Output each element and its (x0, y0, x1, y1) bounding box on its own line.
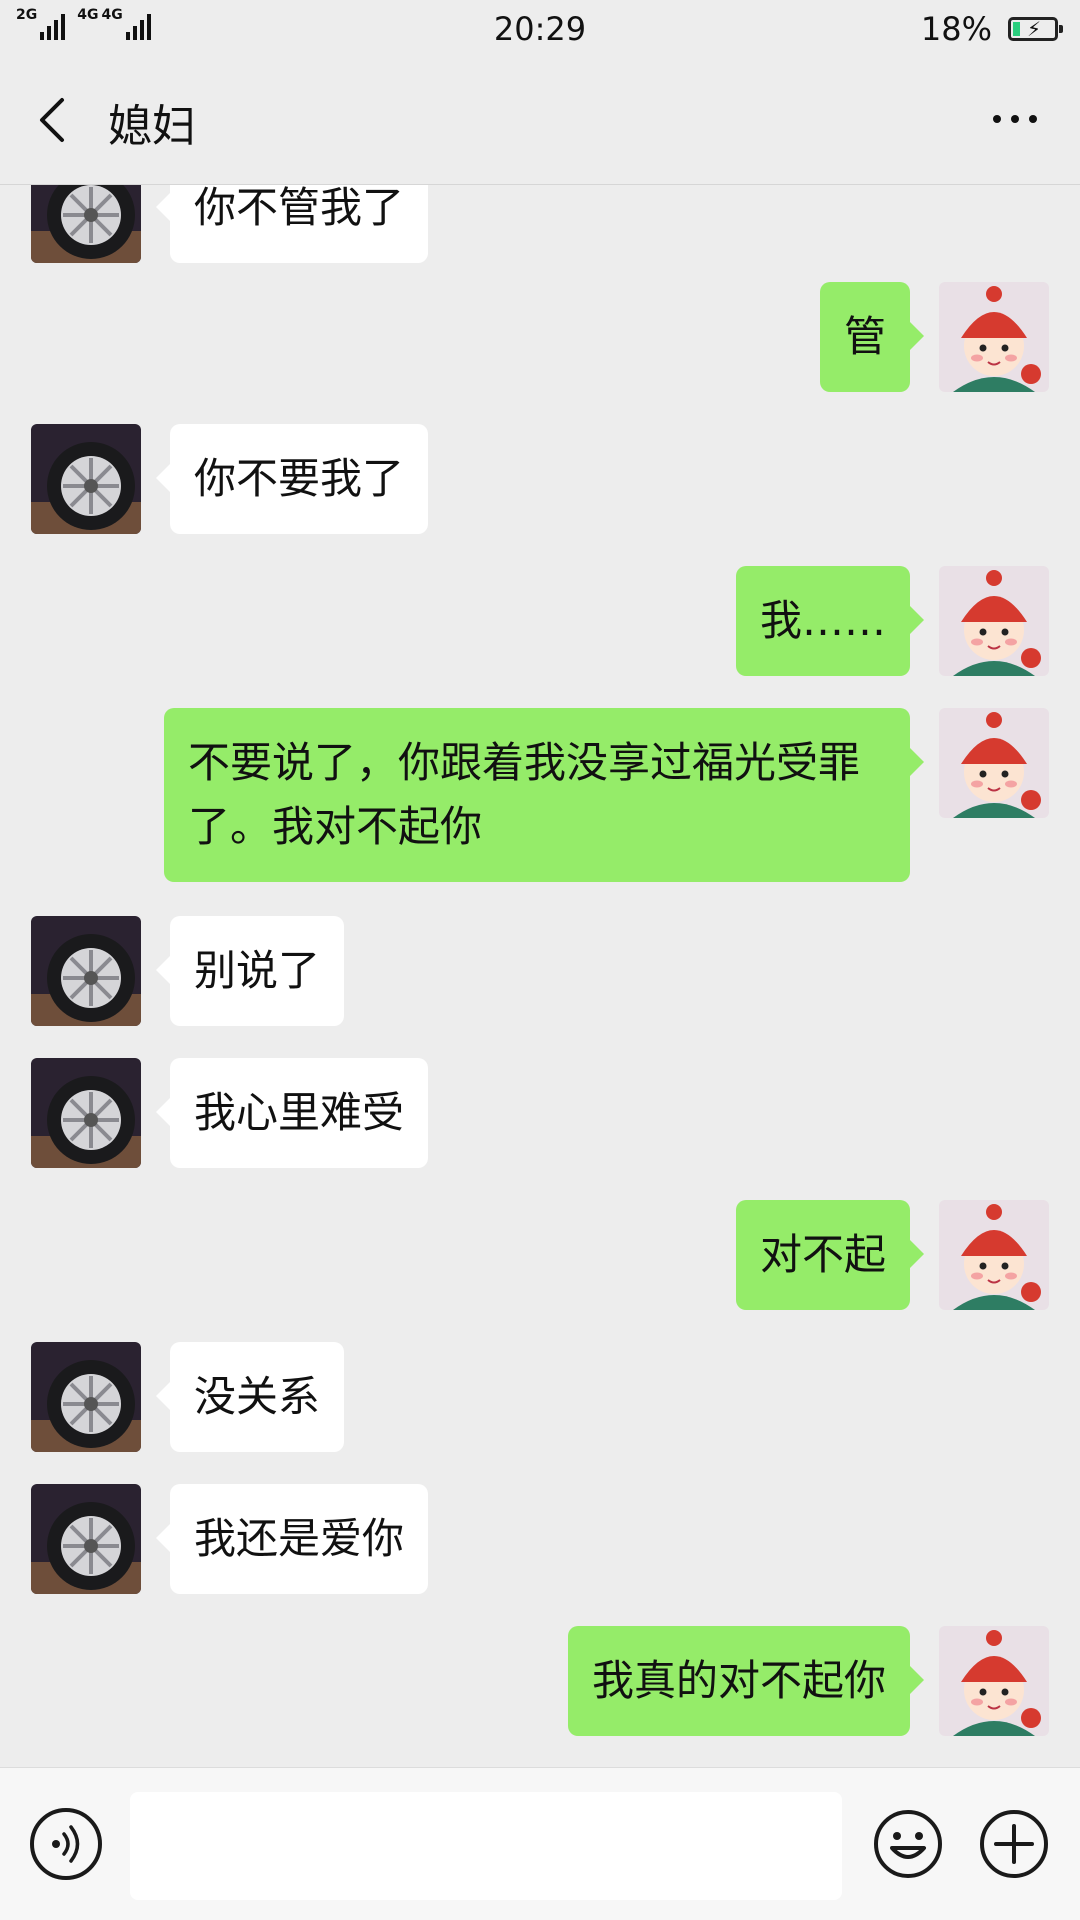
avatar[interactable] (939, 1200, 1049, 1310)
message-bubble[interactable]: 管 (819, 282, 925, 392)
message-bubble[interactable]: 不要说了，你跟着我没享过福光受罪了。我对不起你 (164, 708, 924, 882)
chat-screen: 2G 4G 4G 20:29 18% ⚡ 媳妇 你不管我了 管 你不要我了 我…… (0, 0, 1080, 1920)
battery-percent: 18% (920, 10, 992, 48)
avatar[interactable] (939, 708, 1049, 818)
avatar[interactable] (939, 1626, 1049, 1736)
chat-header: 媳妇 (0, 56, 1080, 185)
avatar[interactable] (31, 424, 141, 534)
avatar[interactable] (31, 916, 141, 1026)
message-bubble[interactable]: 你不要我了 (155, 424, 429, 534)
message-bubble[interactable]: 你不管我了 (155, 185, 429, 263)
battery-fill (1013, 22, 1020, 36)
clock: 20:29 (493, 10, 587, 48)
avatar[interactable] (31, 1342, 141, 1452)
message-bubble[interactable]: 我心里难受 (155, 1058, 429, 1168)
avatar[interactable] (939, 282, 1049, 392)
voice-icon (52, 1825, 80, 1863)
message-input[interactable] (130, 1792, 842, 1900)
voice-button[interactable] (30, 1808, 102, 1880)
message-bubble[interactable]: 我真的对不起你 (567, 1626, 925, 1736)
emoji-icon (874, 1810, 942, 1878)
avatar[interactable] (31, 185, 141, 263)
more-button[interactable] (980, 94, 1050, 144)
message-bubble[interactable]: 别说了 (155, 916, 345, 1026)
chevron-left-icon (40, 98, 64, 142)
emoji-button[interactable] (872, 1808, 944, 1880)
more-dot (1029, 115, 1037, 123)
message-bubble[interactable]: 我还是爱你 (155, 1484, 429, 1594)
message-list[interactable]: 你不管我了 管 你不要我了 我…… 不要说了，你跟着我没享过福光受罪了。我对不起… (0, 185, 1080, 1767)
message-bubble[interactable]: 对不起 (735, 1200, 925, 1310)
battery-icon: ⚡ (1008, 17, 1063, 41)
charging-icon: ⚡ (1027, 17, 1042, 41)
message-bubble[interactable]: 我…… (735, 566, 925, 676)
battery-indicator: 18% ⚡ (920, 10, 1063, 48)
avatar[interactable] (939, 566, 1049, 676)
message-bubble[interactable]: 没关系 (155, 1342, 345, 1452)
plus-icon (980, 1810, 1048, 1878)
more-dot (1011, 115, 1019, 123)
more-functions-button[interactable] (978, 1808, 1050, 1880)
input-bar (0, 1767, 1080, 1920)
status-bar: 2G 4G 4G 20:29 18% ⚡ (0, 0, 1080, 56)
more-dots-icon (993, 115, 1001, 123)
page-title: 媳妇 (108, 101, 196, 152)
avatar[interactable] (31, 1058, 141, 1168)
avatar[interactable] (31, 1484, 141, 1594)
back-button[interactable] (20, 84, 90, 154)
